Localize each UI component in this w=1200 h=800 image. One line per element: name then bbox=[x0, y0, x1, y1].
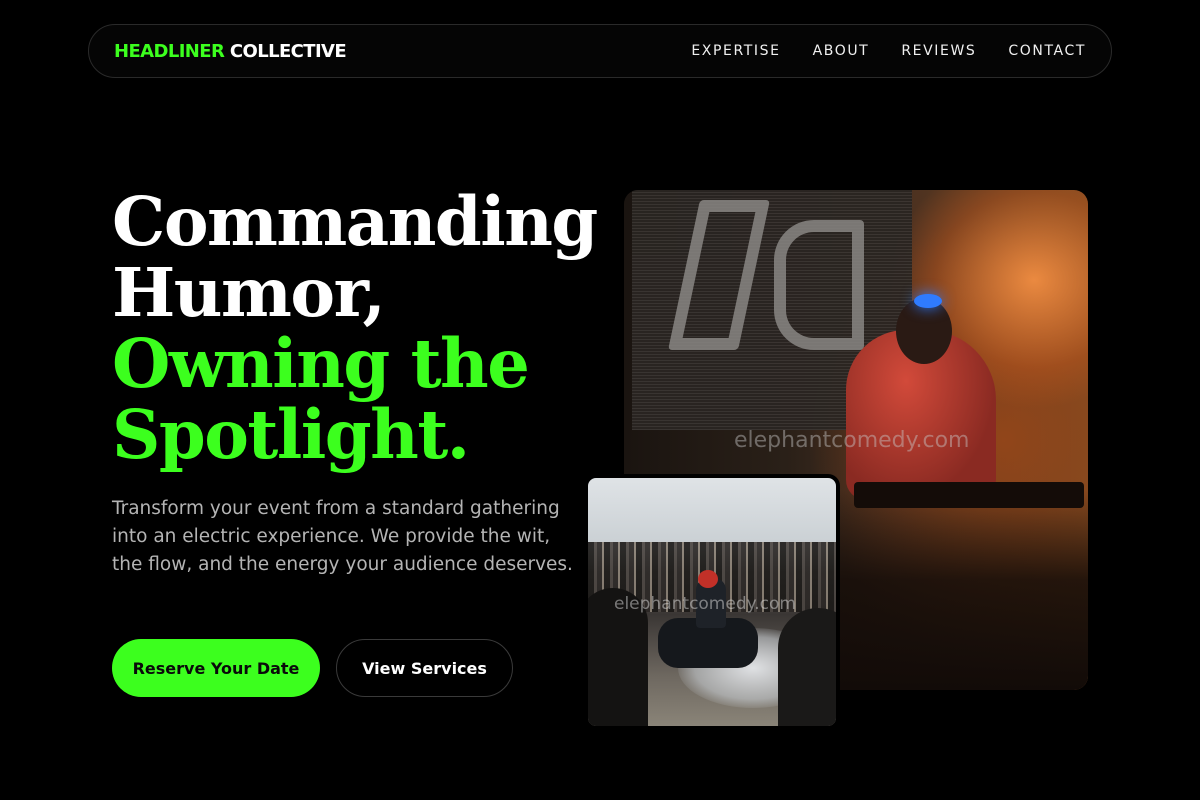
brand-logo[interactable]: HEADLINER COLLECTIVE bbox=[114, 40, 347, 62]
crowd-event-image: elephantcomedy.com bbox=[584, 474, 840, 730]
nav-link-reviews[interactable]: REVIEWS bbox=[901, 43, 976, 59]
nav-link-contact[interactable]: CONTACT bbox=[1008, 43, 1086, 59]
brand-logo-rest: COLLECTIVE bbox=[229, 40, 347, 62]
image-watermark: elephantcomedy.com bbox=[614, 594, 796, 614]
headline-line-2: Humor, bbox=[112, 253, 386, 332]
headline-line-4: Spotlight. bbox=[112, 395, 470, 474]
main-nav: EXPERTISE ABOUT REVIEWS CONTACT bbox=[691, 43, 1086, 59]
brand-logo-accent: HEADLINER bbox=[114, 40, 225, 62]
hero-headline: Commanding Humor, Owning the Spotlight. bbox=[112, 182, 598, 474]
headline-line-3: Owning the bbox=[112, 324, 530, 403]
headline-line-1: Commanding bbox=[112, 182, 598, 261]
reserve-date-button[interactable]: Reserve Your Date bbox=[112, 639, 320, 697]
site-header: HEADLINER COLLECTIVE EXPERTISE ABOUT REV… bbox=[88, 24, 1112, 78]
hero-lead-text: Transform your event from a standard gat… bbox=[112, 498, 573, 575]
nav-link-about[interactable]: ABOUT bbox=[813, 43, 870, 59]
image-watermark: elephantcomedy.com bbox=[734, 428, 970, 453]
nav-link-expertise[interactable]: EXPERTISE bbox=[691, 43, 780, 59]
view-services-button[interactable]: View Services bbox=[336, 639, 513, 697]
